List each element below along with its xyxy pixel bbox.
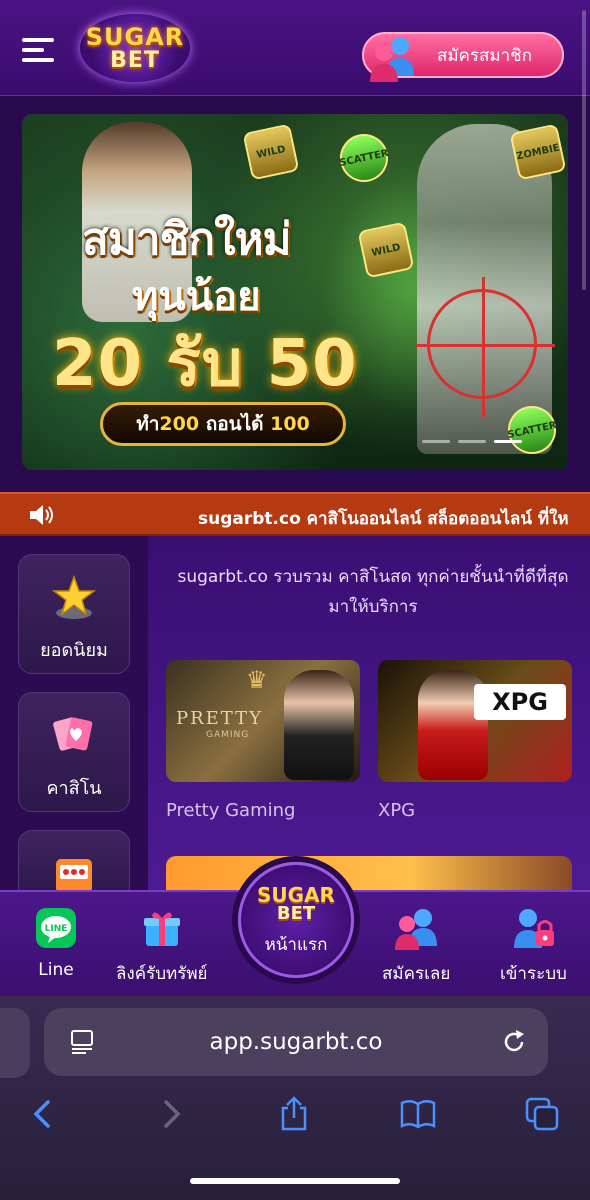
provider-card-xpg[interactable]: XPG <box>378 660 572 782</box>
register-button[interactable]: สมัครสมาชิก <box>362 32 564 82</box>
banner-condition-pill: ทำ 200 ถอนได้ 100 <box>100 402 346 446</box>
users-icon <box>391 906 441 954</box>
line-icon: LINE <box>34 906 78 954</box>
wild-badge-2: WILD <box>357 221 415 279</box>
gift-box-icon <box>140 906 184 954</box>
reader-mode-icon[interactable] <box>68 1028 96 1060</box>
provider-name[interactable]: Pretty Gaming <box>166 800 295 821</box>
address-bar[interactable]: app.sugarbt.co <box>44 1008 548 1076</box>
zombie-badge: ZOMBIE <box>509 123 567 181</box>
pill-num-2: 100 <box>270 413 310 435</box>
nav-label: ลิงค์รับทรัพย์ <box>116 964 208 984</box>
bookmarks-icon[interactable] <box>400 1096 436 1132</box>
crown-icon: ♛ <box>246 666 268 694</box>
category-popular[interactable]: ยอดนิยม <box>18 554 130 674</box>
category-label: คาสิโน <box>46 778 102 799</box>
speaker-icon <box>28 504 56 530</box>
users-icon <box>366 32 418 89</box>
menu-icon[interactable] <box>22 38 54 66</box>
promo-banner[interactable]: WILD SCATTER ZOMBIE WILD SCATTER สมาชิกใ… <box>22 114 568 470</box>
category-sidebar: ยอดนิยม คาสิโน <box>0 536 148 900</box>
main-content: sugarbt.co รวบรวม คาสิโนสด ทุกค่ายชั้นนำ… <box>148 536 590 896</box>
nav-label: หน้าแรก <box>264 935 328 955</box>
bottom-navigation: LINE Line ลิงค์รับทรัพย์ SUGAR BET หน้าแ… <box>0 862 590 996</box>
marquee-text: sugarbt.co คาสิโนออนไลน์ สล็อตออนไลน์ ที… <box>198 509 569 529</box>
url-text: app.sugarbt.co <box>209 1029 383 1055</box>
wild-badge: WILD <box>242 123 300 181</box>
register-label: สมัครสมาชิก <box>436 45 532 66</box>
carousel-dot[interactable] <box>422 440 450 443</box>
nav-affiliate-link[interactable]: ลิงค์รับทรัพย์ <box>116 906 208 987</box>
carousel-dot-active[interactable] <box>494 440 522 443</box>
home-logo-line-2: BET <box>276 903 316 924</box>
safari-toolbar: app.sugarbt.co <box>0 996 590 1200</box>
share-icon[interactable] <box>276 1096 312 1132</box>
forward-icon[interactable] <box>154 1096 190 1132</box>
provider-host-image <box>284 670 354 780</box>
star-trophy-icon <box>50 573 98 625</box>
playing-cards-icon <box>50 711 98 763</box>
provider-card-pretty-gaming[interactable]: ♛ PRETTY GAMING <box>166 660 360 782</box>
pill-mid: ถอนได้ <box>199 413 271 435</box>
banner-headline-3: 20 รับ 50 <box>52 327 358 401</box>
page-scrollbar[interactable] <box>582 10 586 290</box>
provider-logo-sub: GAMING <box>206 730 250 740</box>
logo-line-2: BET <box>110 48 160 73</box>
pill-num-1: 200 <box>159 413 200 435</box>
sugarbet-logo[interactable]: SUGAR BET <box>70 8 200 88</box>
user-lock-icon <box>508 906 558 954</box>
carousel-dots[interactable] <box>422 440 522 443</box>
announcement-marquee: sugarbt.co คาสิโนออนไลน์ สล็อตออนไลน์ ที… <box>0 492 590 536</box>
home-indicator[interactable] <box>190 1178 400 1184</box>
nav-home[interactable]: SUGAR BET หน้าแรก <box>238 862 354 978</box>
pill-prefix: ทำ <box>136 413 160 435</box>
crosshair-icon <box>415 277 555 417</box>
carousel-dot[interactable] <box>458 440 486 443</box>
nav-label: Line <box>38 960 74 980</box>
tabs-icon[interactable] <box>524 1096 560 1132</box>
category-label: ยอดนิยม <box>40 640 108 661</box>
nav-register[interactable]: สมัครเลย <box>382 906 450 987</box>
home-logo-line-1: SUGAR <box>257 883 335 907</box>
back-icon[interactable] <box>26 1096 62 1132</box>
previous-tab-preview[interactable] <box>0 1008 30 1078</box>
provider-logo-text: PRETTY <box>176 708 264 729</box>
provider-name[interactable]: XPG <box>378 800 415 821</box>
nav-label: เข้าระบบ <box>500 964 567 984</box>
reload-icon[interactable] <box>500 1028 528 1060</box>
intro-text: sugarbt.co รวบรวม คาสิโนสด ทุกค่ายชั้นนำ… <box>177 567 569 617</box>
site-header: SUGAR BET สมัครสมาชิก <box>0 0 590 96</box>
logo-line-1: SUGAR <box>85 23 185 51</box>
nav-label: สมัครเลย <box>382 964 451 984</box>
nav-login[interactable]: เข้าระบบ <box>500 906 567 987</box>
provider-logo-text: XPG <box>474 684 566 720</box>
category-casino[interactable]: คาสิโน <box>18 692 130 812</box>
line-icon-text: LINE <box>45 924 68 934</box>
nav-line[interactable]: LINE Line <box>34 906 78 980</box>
